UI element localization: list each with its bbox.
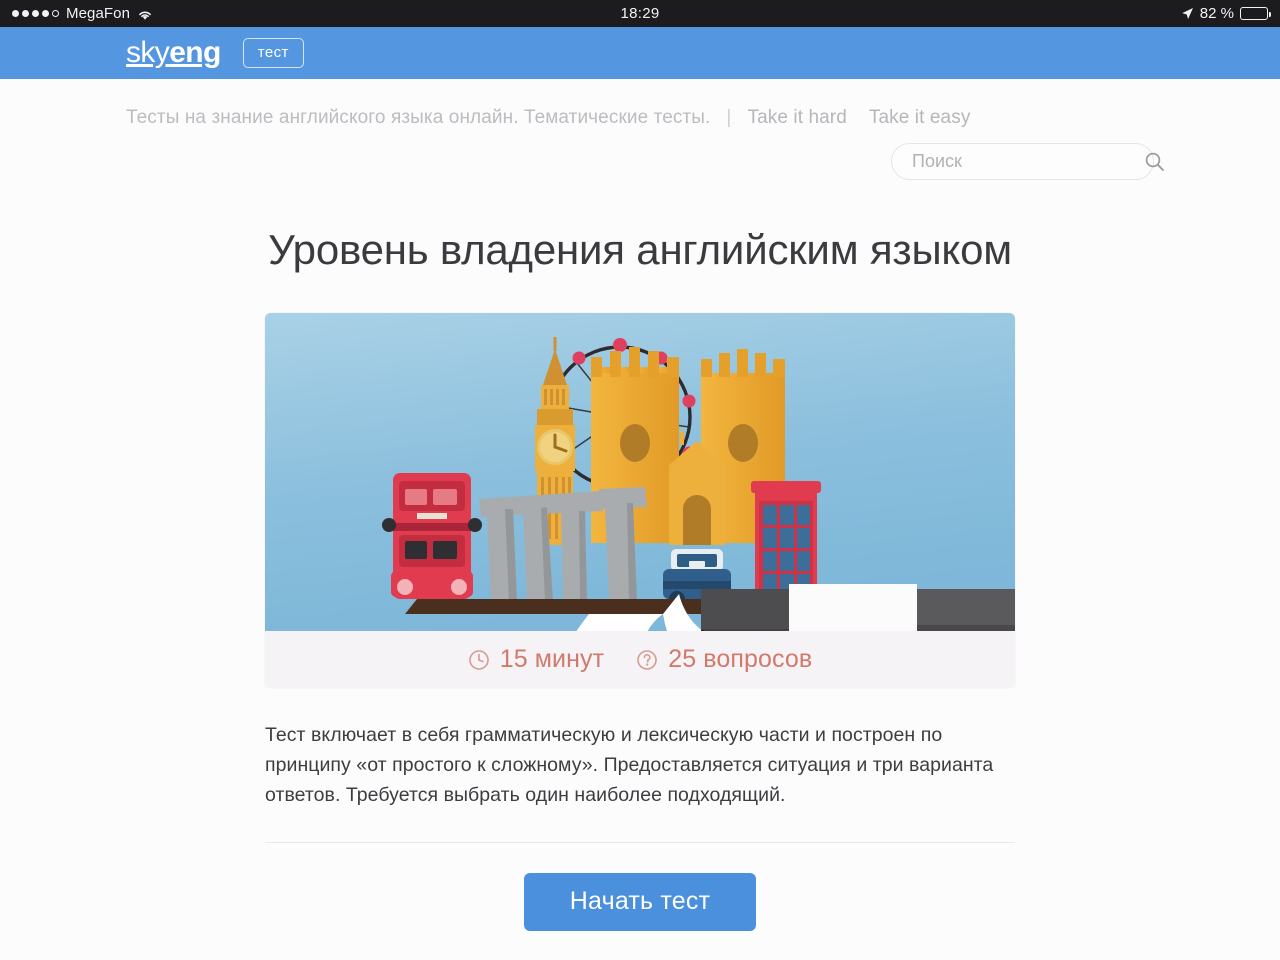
meta-questions: 25 вопросов	[636, 645, 812, 674]
status-bar-clock: 18:29	[620, 5, 660, 22]
test-description: Тест включает в себя грамматическую и ле…	[265, 724, 994, 807]
logo-text-sky: sky	[126, 36, 170, 69]
ios-status-bar: MegaFon 18:29 82 %	[0, 0, 1280, 27]
site-header: skyeng тест	[0, 27, 1280, 79]
search-icon[interactable]	[1144, 151, 1165, 172]
battery-percent-label: 82 %	[1199, 5, 1234, 22]
section-divider	[265, 841, 1015, 843]
meta-duration: 15 минут	[468, 645, 604, 674]
clock-icon	[468, 649, 490, 671]
start-test-button[interactable]: Начать тест	[523, 872, 757, 932]
nav-link-take-it-hard[interactable]: Take it hard	[747, 107, 846, 129]
carrier-name: MegaFon	[66, 5, 131, 22]
meta-questions-label: 25 вопросов	[668, 645, 813, 673]
status-bar-right: 82 %	[1181, 5, 1271, 22]
logo-text-eng: eng	[169, 36, 221, 69]
location-arrow-icon	[1181, 7, 1194, 20]
question-mark-circle-icon	[636, 649, 658, 671]
search-area	[126, 143, 1164, 180]
test-meta-bar: 15 минут 25 вопросов	[265, 631, 1015, 688]
page-title: Уровень владения английским языком	[268, 226, 1012, 273]
skyeng-logo[interactable]: skyeng	[126, 38, 221, 68]
cta-area: Начать тест	[0, 872, 1280, 932]
search-box[interactable]	[891, 143, 1164, 180]
wifi-icon	[137, 8, 153, 20]
test-card: 15 минут 25 вопросов	[265, 313, 1015, 688]
status-bar-left: MegaFon	[12, 5, 153, 22]
nav-link-take-it-easy[interactable]: Take it easy	[869, 107, 971, 129]
meta-duration-label: 15 минут	[499, 645, 605, 673]
nav-row: Тесты на знание английского языка онлайн…	[126, 107, 1154, 129]
london-landmarks-illustration	[265, 313, 1015, 631]
site-tagline: Тесты на знание английского языка онлайн…	[126, 107, 711, 128]
cellular-signal-icon	[12, 10, 59, 17]
nav-separator: |	[726, 107, 732, 128]
search-input[interactable]	[912, 151, 1144, 172]
nav-strip: Тесты на знание английского языка онлайн…	[0, 79, 1280, 180]
test-badge[interactable]: тест	[242, 38, 304, 68]
battery-icon	[1240, 7, 1271, 20]
description-section: Тест включает в себя грамматическую и ле…	[265, 688, 1015, 811]
